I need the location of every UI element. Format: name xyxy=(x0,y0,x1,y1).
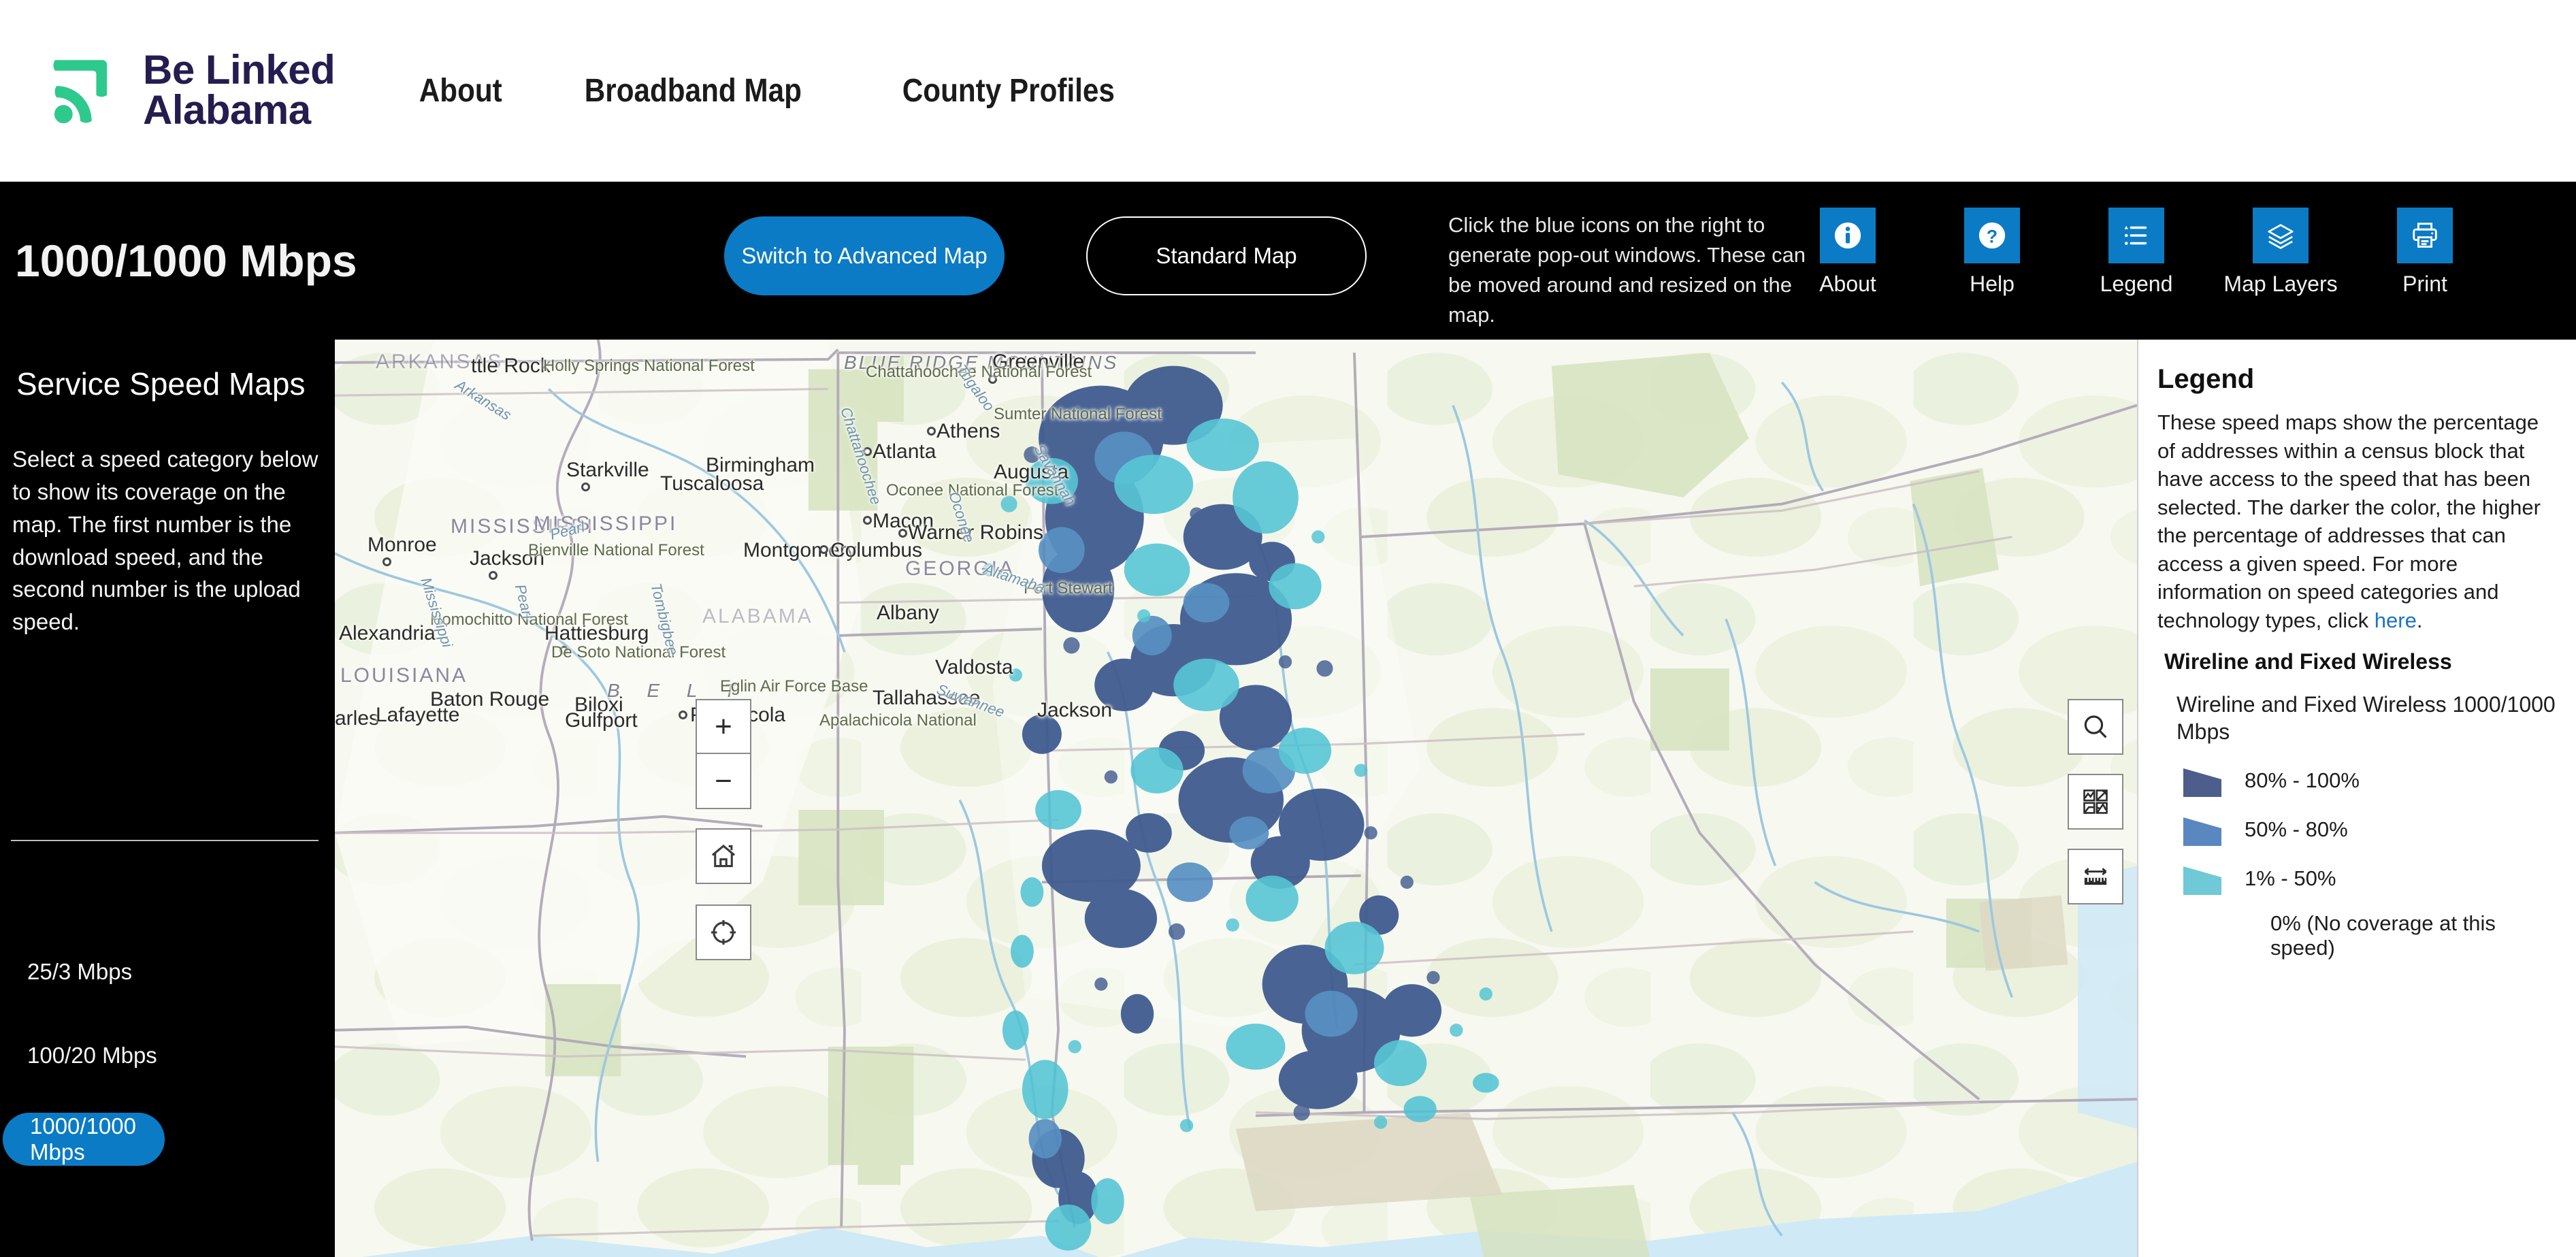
layers-icon xyxy=(2253,208,2309,263)
legend-swatch-light xyxy=(2183,866,2221,896)
speed-option-list: 25/3 Mbps 100/20 Mbps 1000/1000 Mbps xyxy=(0,945,335,1196)
about-tool-button[interactable]: About xyxy=(1816,208,1880,297)
legend-item-label-1-50: 1% - 50% xyxy=(2245,866,2336,891)
zoom-out-button[interactable]: − xyxy=(697,754,750,808)
nav-item-about[interactable]: About xyxy=(388,72,533,110)
map-city-dot-greenville xyxy=(988,375,997,384)
locate-button[interactable] xyxy=(696,904,751,960)
brand-name: Be Linked Alabama xyxy=(143,47,336,133)
speed-option-1000-1000[interactable]: 1000/1000 Mbps xyxy=(3,1113,165,1166)
home-button[interactable] xyxy=(696,828,751,884)
legend-title: Legend xyxy=(2157,364,2255,394)
broadband-map[interactable]: BLUE RIDGE MOUNTAINS B E L T MISSISSIPPI… xyxy=(335,340,2137,1257)
legend-description: These speed maps show the percentage of … xyxy=(2157,408,2556,634)
map-city-dot-warner-robins xyxy=(898,529,907,538)
legend-section-title: Wireline and Fixed Wireless xyxy=(2164,649,2452,674)
zoom-in-button[interactable]: + xyxy=(697,700,750,754)
speed-option-25-3[interactable]: 25/3 Mbps xyxy=(0,945,335,998)
basemap-icon xyxy=(2083,789,2108,814)
main-body: Service Speed Maps Select a speed catego… xyxy=(0,340,2576,1257)
ruler-icon xyxy=(2084,868,2107,885)
map-city-dot-hattiesburg xyxy=(559,646,568,655)
printer-icon xyxy=(2397,208,2453,263)
switch-to-advanced-map-button[interactable]: Switch to Advanced Map xyxy=(724,216,1005,295)
legend-tool-label: Legend xyxy=(2100,272,2173,296)
search-icon xyxy=(2084,715,2107,738)
sidebar-title: Service Speed Maps xyxy=(16,366,306,402)
toolbar-hint-text: Click the blue icons on the right to gen… xyxy=(1448,213,1806,327)
main-nav: About Broadband Map County Profiles xyxy=(388,72,1183,110)
nav-item-broadband-map[interactable]: Broadband Map xyxy=(553,72,833,110)
brand-logo[interactable]: Be Linked Alabama xyxy=(49,47,336,133)
legend-item-label-80-100: 80% - 100% xyxy=(2245,768,2360,793)
map-city-dot-columbus xyxy=(819,545,828,554)
map-layers-tool-label: Map Layers xyxy=(2223,272,2338,296)
zoom-controls[interactable]: + − xyxy=(696,699,751,809)
standard-map-button[interactable]: Standard Map xyxy=(1086,216,1367,295)
legend-item-80-100: 80% - 100% xyxy=(2183,764,2556,798)
map-city-dot-macon xyxy=(863,516,872,525)
basemap-gallery-button[interactable] xyxy=(2068,774,2123,830)
help-tool-label: Help xyxy=(1970,272,2015,296)
site-header: Be Linked Alabama About Broadband Map Co… xyxy=(0,0,2576,182)
nav-item-county-profiles[interactable]: County Profiles xyxy=(871,72,1146,110)
sidebar-divider xyxy=(11,840,319,841)
map-city-dot-monroe xyxy=(382,557,391,566)
about-tool-label: About xyxy=(1819,272,1876,296)
map-city-dot-atlanta xyxy=(863,447,872,456)
legend-swatch-mid xyxy=(2183,817,2221,847)
svg-text:?: ? xyxy=(1987,226,1998,246)
page-title: 1000/1000 Mbps xyxy=(15,235,357,286)
legend-item-label-50-80: 50% - 80% xyxy=(2245,817,2348,842)
list-icon xyxy=(2108,208,2164,263)
brand-line-2: Alabama xyxy=(143,87,311,133)
legend-description-tail: . xyxy=(2416,608,2423,632)
wifi-signal-icon xyxy=(53,60,108,124)
map-canvas xyxy=(335,340,2137,1257)
map-city-dot-athens xyxy=(927,427,936,436)
toolbar-icon-group: About ? Help Legend Map Layers Print xyxy=(1816,208,2457,297)
home-icon xyxy=(711,845,736,868)
help-tool-button[interactable]: ? Help xyxy=(1960,208,2024,297)
legend-items: 80% - 100% 50% - 80% 1% - 50% 0% (No cov… xyxy=(2157,764,2556,960)
legend-description-text: These speed maps show the percentage of … xyxy=(2157,410,2541,632)
map-city-dot-starkville xyxy=(581,483,590,491)
legend-here-link[interactable]: here xyxy=(2375,608,2417,632)
print-tool-button[interactable]: Print xyxy=(2393,208,2457,297)
search-button[interactable] xyxy=(2068,699,2123,755)
map-city-dot-jackson-ms xyxy=(489,571,498,580)
print-tool-label: Print xyxy=(2402,272,2447,296)
service-speed-sidebar: Service Speed Maps Select a speed catego… xyxy=(0,340,335,1257)
map-city-dot-pensacola xyxy=(679,711,687,719)
measure-button[interactable] xyxy=(2068,849,2123,904)
legend-tool-button[interactable]: Legend xyxy=(2100,208,2172,297)
speed-option-100-20[interactable]: 100/20 Mbps xyxy=(0,1029,335,1082)
brand-line-1: Be Linked xyxy=(143,47,336,93)
crosshair-icon xyxy=(711,919,736,945)
legend-swatch-dark xyxy=(2183,768,2221,798)
legend-layer-name: Wireline and Fixed Wireless 1000/1000 Mb… xyxy=(2176,692,2556,745)
map-layers-tool-button[interactable]: Map Layers xyxy=(2223,208,2338,297)
legend-panel: Legend These speed maps show the percent… xyxy=(2137,340,2576,1257)
legend-item-1-50: 1% - 50% xyxy=(2183,862,2556,896)
sidebar-description: Select a speed category below to show it… xyxy=(12,446,319,635)
info-icon xyxy=(1820,208,1876,263)
map-toolbar: 1000/1000 Mbps Switch to Advanced Map St… xyxy=(0,182,2576,340)
legend-item-zero: 0% (No coverage at this speed) xyxy=(2270,911,2496,960)
legend-item-50-80: 50% - 80% xyxy=(2183,813,2556,847)
question-mark-icon: ? xyxy=(1964,208,2020,263)
